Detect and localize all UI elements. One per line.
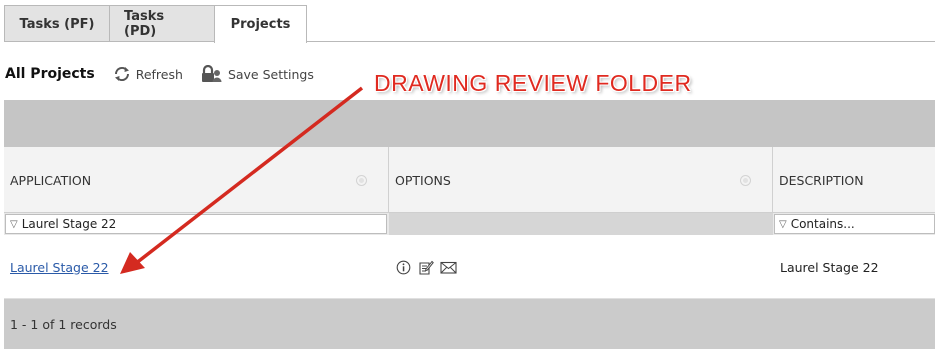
edit-icon[interactable] [417,260,434,275]
refresh-button[interactable]: Refresh [113,65,183,83]
gear-icon[interactable] [741,176,750,185]
records-count: 1 - 1 of 1 records [10,316,117,332]
refresh-label: Refresh [135,66,183,82]
filter-icon[interactable]: ▽ [779,219,787,230]
page-title: All Projects [5,66,95,82]
column-header-options[interactable]: OPTIONS [389,147,773,213]
mail-icon[interactable] [440,261,457,274]
tab-divider [4,41,935,42]
grid-footer: 1 - 1 of 1 records [4,299,935,349]
save-settings-icon [201,65,222,82]
column-label: DESCRIPTION [779,172,864,188]
grid-group-bar [4,100,935,147]
tab-tasks-pd[interactable]: Tasks (PD) [109,5,215,42]
table-row: Laurel Stage 22 Laurel Stage 22 [4,235,935,299]
application-filter-input[interactable]: ▽ Laurel Stage 22 [5,214,387,234]
save-settings-button[interactable]: Save Settings [201,65,314,83]
options-cell [396,235,463,299]
tab-bar: Tasks (PF) Tasks (PD) Projects [4,5,307,43]
filter-placeholder: Contains... [790,217,855,231]
refresh-icon [114,66,129,82]
grid-header: APPLICATION OPTIONS DESCRIPTION [4,147,935,213]
gear-icon[interactable] [357,176,366,185]
application-link[interactable]: Laurel Stage 22 [10,260,109,275]
column-header-description[interactable]: DESCRIPTION [773,147,935,213]
description-filter-input[interactable]: ▽ Contains... [774,214,935,234]
annotation-label: DRAWING REVIEW FOLDER [374,70,692,96]
column-label: OPTIONS [395,172,451,188]
filter-row: ▽ Laurel Stage 22 ▽ Contains... [4,213,935,235]
filter-icon[interactable]: ▽ [10,219,18,230]
column-label: APPLICATION [10,172,92,188]
filter-value: Laurel Stage 22 [21,217,117,231]
save-settings-label: Save Settings [227,66,314,82]
description-cell: Laurel Stage 22 [780,259,879,275]
tab-tasks-pf[interactable]: Tasks (PF) [4,5,110,42]
options-filter-empty [389,213,773,235]
info-icon[interactable] [396,260,411,275]
toolbar: All Projects Refresh Save Settings [5,62,332,86]
application-cell: Laurel Stage 22 [10,235,109,299]
tab-projects[interactable]: Projects [214,5,307,43]
column-header-application[interactable]: APPLICATION [4,147,389,213]
